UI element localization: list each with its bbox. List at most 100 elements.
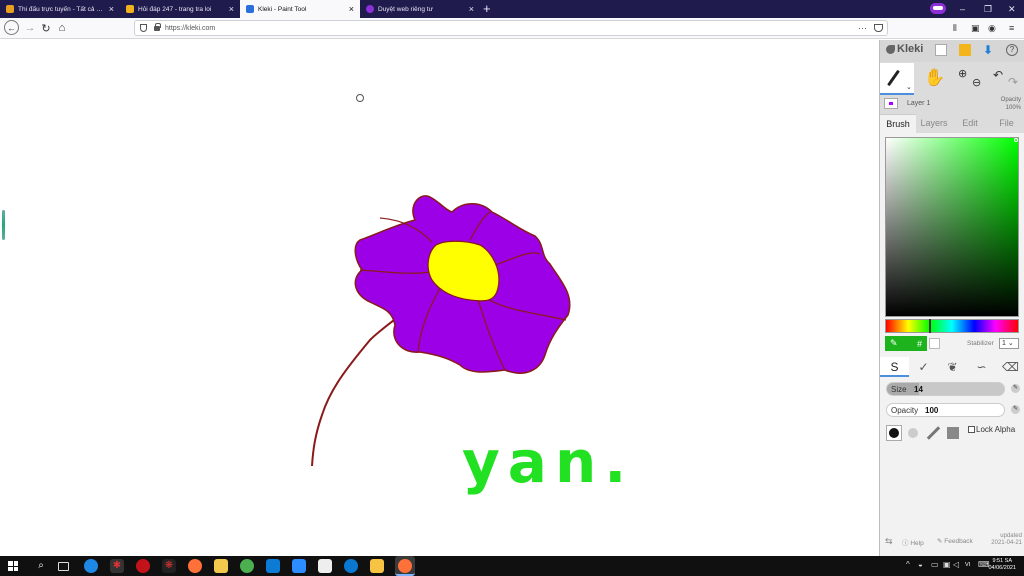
pressure-size-icon[interactable]: ✎ [1011, 384, 1020, 393]
keyboard-icon[interactable]: ⌨ [978, 561, 990, 569]
redo-icon[interactable]: ↷ [1008, 75, 1018, 89]
url-bar[interactable]: https://kleki.com ··· [134, 20, 888, 36]
sidebar-icon[interactable]: ▣ [971, 22, 980, 34]
hue-slider-handle[interactable] [929, 319, 931, 333]
layer-row[interactable]: Layer 1 Opacity 100% [880, 96, 1024, 116]
open-folder-icon[interactable] [959, 44, 971, 56]
tab-private[interactable]: Duyệt web riêng tư × [360, 0, 480, 18]
system-clock[interactable]: 9:51 SA 04/06/2021 [988, 558, 1016, 572]
zoom-out-icon[interactable]: ⊖ [972, 76, 981, 89]
zoom-meeting-icon[interactable] [292, 559, 306, 573]
chevron-down-icon[interactable]: ⌄ [906, 83, 912, 91]
lock-icon[interactable] [154, 23, 161, 31]
checkbox-icon[interactable] [968, 426, 975, 433]
tab-close-icon[interactable]: × [109, 4, 114, 14]
network-icon[interactable]: ◒ [918, 561, 926, 569]
layer-thumbnail[interactable] [884, 98, 898, 109]
shield-icon[interactable] [140, 24, 147, 32]
volume-icon[interactable]: ◁ [953, 561, 961, 569]
new-tab-button[interactable]: + [483, 1, 491, 17]
tab-hoi-dap[interactable]: Hỏi đáp 247 - trang tra loi × [120, 0, 240, 18]
firefox-running-icon[interactable] [398, 559, 412, 573]
tab-thi-dau[interactable]: Thi đấu trực tuyến - Tất cả các × [0, 0, 120, 18]
input-language[interactable]: VI [965, 562, 970, 569]
account-icon[interactable]: ◉ [988, 22, 996, 34]
pen-brush-icon[interactable]: S [880, 357, 909, 377]
tab-close-icon[interactable]: × [229, 4, 234, 14]
home-button[interactable]: ⌂ [54, 20, 70, 36]
new-image-icon[interactable] [935, 44, 947, 56]
back-button[interactable]: ← [4, 20, 19, 35]
shape-brush-icon[interactable]: ∽ [967, 357, 996, 377]
minimize-button[interactable]: – [960, 2, 965, 16]
download-icon[interactable]: ⬇ [982, 44, 994, 56]
color-picker-cursor[interactable] [1014, 138, 1018, 142]
search-icon[interactable]: ⌕ [34, 559, 48, 573]
square-tip-icon[interactable] [945, 425, 961, 441]
edge-icon[interactable] [84, 559, 98, 573]
stabilizer-select[interactable]: 1 ⌄ [999, 338, 1019, 349]
swap-panel-icon[interactable]: ⇆ [885, 536, 893, 547]
forward-button[interactable]: → [22, 20, 38, 36]
battery-icon[interactable]: ▭ [931, 561, 939, 569]
eyedropper-icon[interactable]: ✎ [890, 338, 898, 349]
feedback-link[interactable]: ✎ Feedback [937, 537, 973, 545]
blend-brush-icon[interactable]: ✓ [909, 357, 938, 377]
eraser-icon[interactable]: ⌫ [996, 357, 1024, 377]
chalk-tip-icon[interactable] [905, 425, 921, 441]
brush-opacity-slider[interactable]: Opacity 100 [886, 403, 1005, 417]
undo-icon[interactable]: ↶ [993, 68, 1003, 82]
tab-edit[interactable]: Edit [952, 114, 988, 133]
opera-icon[interactable] [136, 559, 150, 573]
zalo-icon[interactable] [344, 559, 358, 573]
hand-tool-icon[interactable]: ✋ [924, 68, 945, 88]
canvas-scroll-handle[interactable] [2, 210, 5, 240]
tab-kleki[interactable]: Kleki - Paint Tool × [240, 0, 360, 18]
firefox-icon[interactable] [188, 559, 202, 573]
brush-tool-button[interactable]: ⌄ [880, 63, 914, 95]
tab-close-icon[interactable]: × [469, 4, 474, 14]
drawing-canvas[interactable]: yan. [0, 40, 879, 556]
tab-close-icon[interactable]: × [349, 4, 354, 14]
brush-size-value: 14 [914, 385, 923, 394]
secondary-color-swatch[interactable] [929, 338, 940, 349]
pocket-icon[interactable] [874, 24, 883, 32]
chevron-up-icon[interactable]: ^ [906, 561, 914, 569]
notes-icon[interactable] [214, 559, 228, 573]
document-icon[interactable] [318, 559, 332, 573]
game-icon[interactable]: ✱ [110, 559, 124, 573]
task-view-icon[interactable] [58, 562, 69, 571]
tab-layers[interactable]: Layers [916, 114, 952, 133]
url-text[interactable]: https://kleki.com [165, 25, 215, 32]
start-button[interactable] [8, 561, 18, 571]
monitor-icon[interactable]: ▣ [943, 561, 951, 569]
page-actions-icon[interactable]: ··· [858, 21, 867, 35]
saturation-value-picker[interactable] [885, 137, 1019, 317]
maximize-button[interactable]: ❐ [984, 2, 992, 16]
tab-brush[interactable]: Brush [880, 114, 916, 133]
chrome-icon[interactable] [240, 559, 254, 573]
calligraphy-tip-icon[interactable] [925, 425, 941, 441]
file-explorer-icon[interactable] [370, 559, 384, 573]
bug-icon[interactable]: ❋ [162, 559, 176, 573]
brush-size-slider[interactable]: Size 14 [886, 382, 1005, 396]
help-icon[interactable]: ? [1006, 44, 1018, 56]
zoom-app-icon[interactable] [266, 559, 280, 573]
sketchy-brush-icon[interactable]: ❦ [938, 357, 967, 377]
reload-button[interactable]: ↻ [38, 20, 54, 36]
tab-file[interactable]: File [988, 114, 1024, 133]
brush-icon [887, 69, 900, 87]
hex-input-icon[interactable]: # [917, 339, 922, 349]
round-tip-icon[interactable] [886, 425, 902, 441]
primary-color-swatch[interactable]: ✎ # [885, 336, 927, 351]
help-link[interactable]: ⓘ Help [902, 537, 924, 547]
menu-icon[interactable]: ≡ [1009, 22, 1014, 34]
pressure-opacity-icon[interactable]: ✎ [1011, 405, 1020, 414]
close-window-button[interactable]: ✕ [1008, 2, 1016, 16]
hue-slider[interactable] [885, 319, 1019, 333]
tool-row: ⌄ ✋ ⊕ ⊖ ↶ ↷ [880, 63, 1024, 95]
drawing-surface[interactable]: yan. [0, 40, 879, 556]
library-icon[interactable]: ⫴ [953, 22, 957, 34]
zoom-in-icon[interactable]: ⊕ [958, 67, 967, 80]
lock-alpha-checkbox[interactable]: Lock Alpha [968, 425, 1015, 434]
